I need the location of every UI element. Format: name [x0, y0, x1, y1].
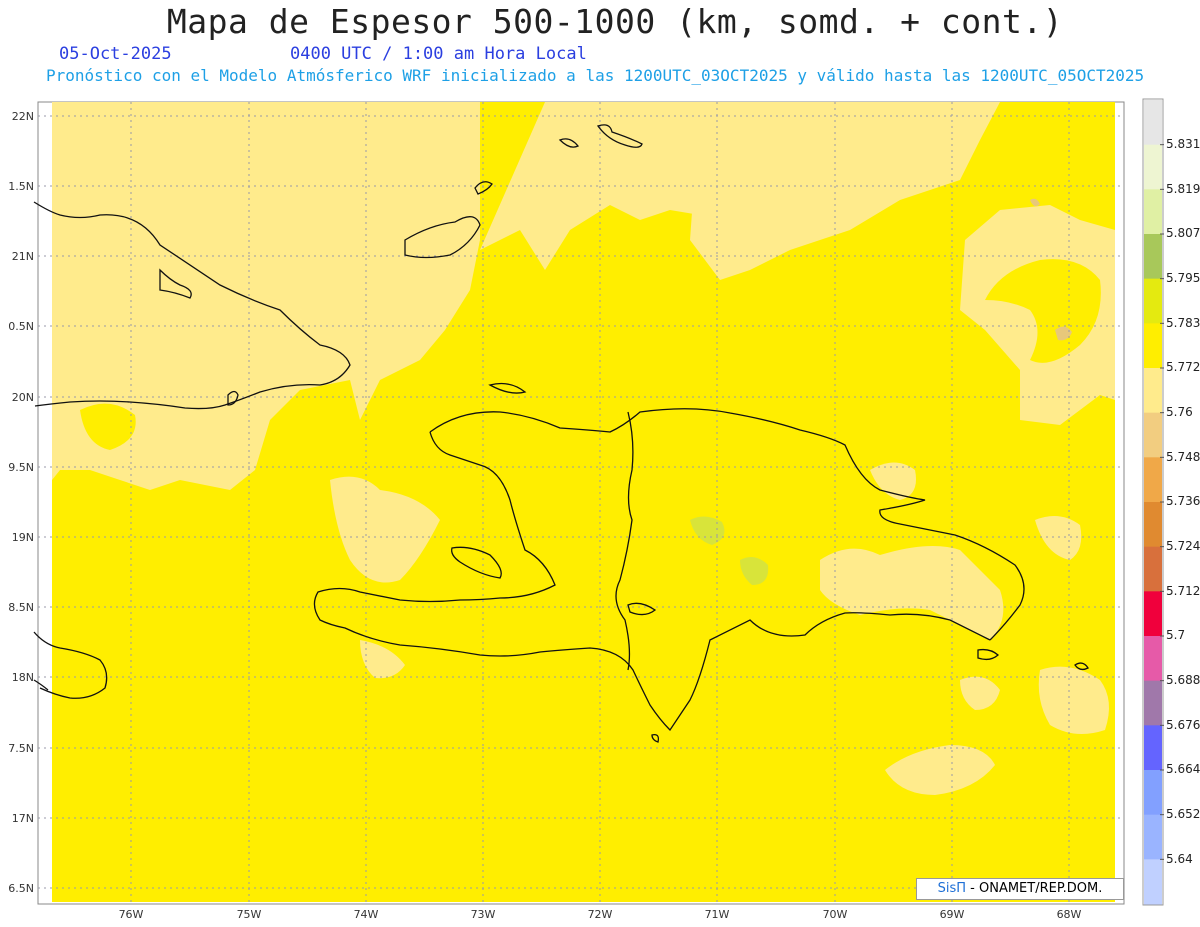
lon-label: 70W — [823, 908, 848, 921]
lat-label: 6.5N — [8, 882, 34, 895]
lat-label: 21N — [12, 250, 34, 263]
colorbar-label: 5.688 — [1166, 673, 1200, 687]
lon-label: 71W — [705, 908, 730, 921]
colorbar-swatch — [1144, 680, 1162, 726]
lon-axis: 76W 75W 74W 73W 72W 71W 70W 69W 68W — [119, 908, 1082, 921]
lon-label: 74W — [354, 908, 379, 921]
colorbar-label: 5.676 — [1166, 718, 1200, 732]
colorbar-label: 5.76 — [1166, 405, 1193, 419]
lat-axis: 22N 1.5N 21N 0.5N 20N 9.5N 19N 8.5N 18N … — [8, 110, 34, 895]
lon-label: 68W — [1057, 908, 1082, 921]
lat-label: 18N — [12, 671, 34, 684]
colorbar-swatch — [1144, 144, 1162, 190]
colorbar-label: 5.712 — [1166, 584, 1200, 598]
lat-label: 22N — [12, 110, 34, 123]
colorbar-swatch — [1144, 368, 1162, 414]
lat-label: 0.5N — [8, 320, 34, 333]
credit-text: - ONAMET/REP.DOM. — [966, 881, 1103, 896]
colorbar-swatch — [1144, 502, 1162, 548]
colorbar-label: 5.736 — [1166, 494, 1200, 508]
lat-label: 7.5N — [8, 742, 34, 755]
colorbar-label: 5.664 — [1166, 762, 1200, 776]
colorbar-label: 5.795 — [1166, 271, 1200, 285]
colorbar-swatch — [1144, 278, 1162, 324]
colorbar-label: 5.831 — [1166, 137, 1200, 151]
colorbar-swatch — [1144, 234, 1162, 280]
colorbar-label: 5.772 — [1166, 360, 1200, 374]
colorbar-swatch — [1144, 814, 1162, 860]
lat-label: 9.5N — [8, 461, 34, 474]
colorbar-swatch — [1144, 546, 1162, 592]
credit-brand: SisΠ — [937, 881, 967, 896]
colorbar-label: 5.748 — [1166, 450, 1200, 464]
lon-label: 76W — [119, 908, 144, 921]
colorbar-swatch — [1144, 457, 1162, 503]
colorbar-swatch — [1144, 636, 1162, 682]
colorbar-label: 5.652 — [1166, 807, 1200, 821]
lat-label: 20N — [12, 391, 34, 404]
colorbar-swatch — [1144, 859, 1162, 905]
colorbar-swatch — [1144, 323, 1162, 369]
colorbar-label: 5.783 — [1166, 316, 1200, 330]
lat-label: 19N — [12, 531, 34, 544]
colorbar-label: 5.807 — [1166, 226, 1200, 240]
colorbar-label: 5.819 — [1166, 182, 1200, 196]
colorbar-swatch — [1144, 591, 1162, 637]
colorbar — [1142, 98, 1164, 906]
lat-label: 8.5N — [8, 601, 34, 614]
lon-label: 73W — [471, 908, 496, 921]
colorbar-swatch — [1144, 100, 1162, 146]
lat-label: 17N — [12, 812, 34, 825]
colorbar-label: 5.7 — [1166, 628, 1186, 642]
colorbar-swatch — [1144, 412, 1162, 458]
colorbar-label: 5.724 — [1166, 539, 1200, 553]
lon-label: 75W — [237, 908, 262, 921]
map-canvas: 22N 1.5N 21N 0.5N 20N 9.5N 19N 8.5N 18N … — [8, 98, 1164, 921]
credit-box: SisΠ - ONAMET/REP.DOM. — [916, 878, 1124, 900]
lat-label: 1.5N — [8, 180, 34, 193]
colorbar-swatch — [1144, 770, 1162, 816]
lon-label: 72W — [588, 908, 613, 921]
lon-label: 69W — [940, 908, 965, 921]
colorbar-swatch — [1144, 189, 1162, 235]
colorbar-swatch — [1144, 725, 1162, 771]
colorbar-label: 5.64 — [1166, 852, 1193, 866]
